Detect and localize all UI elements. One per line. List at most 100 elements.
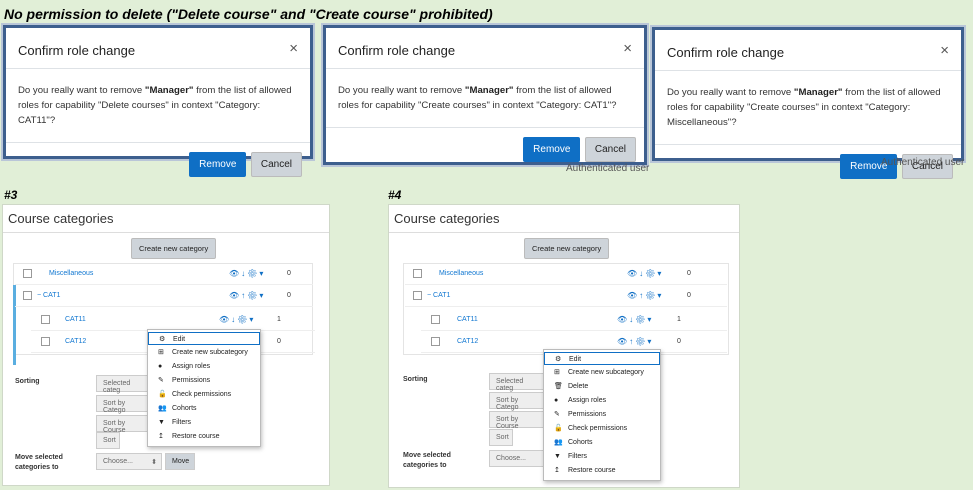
row-action-icons[interactable]: 👁↓⚙▾ [229, 269, 265, 278]
course-count: 1 [677, 316, 681, 323]
menu-item-check-permissions[interactable]: 🔓 Check permissions [544, 422, 660, 435]
category-row[interactable]: − CAT1 👁↑⚙▾ 0 [405, 285, 727, 307]
dialog-header: Confirm role change × [655, 30, 961, 71]
dialog-title: Confirm role change [667, 45, 785, 60]
menu-item-edit[interactable]: ⚙ Edit [148, 332, 260, 345]
row-checkbox[interactable] [413, 269, 422, 278]
cancel-button[interactable]: Cancel [250, 152, 302, 177]
restore-icon: ↥ [158, 433, 164, 440]
category-actions-menu: ⚙ Edit ⊞ Create new subcategory ● Assign ro… [147, 329, 261, 447]
menu-item-permissions[interactable]: ✎ Permissions [148, 374, 260, 387]
dialog-title: Confirm role change [338, 43, 456, 58]
menu-item-create-subcategory[interactable]: ⊞ Create new subcategory [544, 366, 660, 379]
row-action-icons[interactable]: 👁↓⚙▾ [617, 315, 653, 324]
menu-item-restore-course[interactable]: ↥ Restore course [148, 430, 260, 443]
move-label: Move selected categories to [15, 454, 63, 471]
row-action-icons[interactable]: 👁↑⚙▾ [617, 337, 653, 346]
row-checkbox[interactable] [431, 337, 440, 346]
menu-item-edit[interactable]: ⚙ Edit [544, 352, 660, 365]
menu-item-cohorts[interactable]: 👥 Cohorts [544, 436, 660, 449]
page-heading: No permission to delete ("Delete course"… [4, 6, 493, 22]
category-name[interactable]: CAT12 [65, 338, 86, 345]
move-target-select[interactable]: Choose... [489, 450, 547, 467]
panel-title: Course categories [3, 205, 329, 233]
menu-item-assign-roles[interactable]: ● Assign roles [148, 360, 260, 373]
menu-item-create-subcategory[interactable]: ⊞ Create new subcategory [148, 346, 260, 359]
filter-icon: ▼ [554, 453, 561, 460]
menu-item-permissions[interactable]: ✎ Permissions [544, 408, 660, 421]
users-icon: 👥 [158, 405, 167, 412]
users-icon: 👥 [554, 439, 563, 446]
category-name[interactable]: Miscellaneous [439, 270, 483, 277]
dialog-message: Do you really want to remove "Manager" f… [326, 69, 644, 128]
confirm-dialog-1: Confirm role change × Do you really want… [3, 25, 313, 177]
move-target-select[interactable]: Choose... ⬍ [96, 453, 162, 470]
confirm-dialog-2: Confirm role change × Do you really want… [323, 25, 647, 165]
close-icon[interactable]: × [289, 40, 298, 57]
menu-item-cohorts[interactable]: 👥 Cohorts [148, 402, 260, 415]
close-icon[interactable]: × [623, 40, 632, 57]
move-button[interactable]: Move [165, 453, 195, 470]
dialog-message: Do you really want to remove "Manager" f… [6, 69, 310, 143]
authenticated-user-text: Authenticated user [881, 157, 965, 168]
close-icon[interactable]: × [940, 42, 949, 59]
menu-item-delete[interactable]: 🗑 Delete [544, 380, 660, 393]
category-row[interactable]: − CAT1 👁↑⚙▾ 0 [15, 285, 313, 307]
move-label: Move selected categories to [403, 452, 451, 469]
menu-item-restore-course[interactable]: ↥ Restore course [544, 464, 660, 477]
category-row[interactable]: CAT11 👁↓⚙▾ 1 [421, 309, 727, 331]
category-row[interactable]: Miscellaneous 👁↓⚙▾ 0 [15, 263, 313, 285]
gear-icon: ⚙ [159, 336, 166, 343]
remove-button[interactable]: Remove [523, 137, 581, 162]
cancel-button[interactable]: Cancel [584, 137, 636, 162]
category-name[interactable]: − CAT1 [37, 292, 60, 299]
dialog-footer: Remove Cancel [6, 143, 310, 186]
category-name[interactable]: Miscellaneous [49, 270, 93, 277]
confirm-dialog-3: Confirm role change × Do you really want… [652, 27, 964, 179]
menu-item-filters[interactable]: ▼ Filters [148, 416, 260, 429]
row-checkbox[interactable] [23, 269, 32, 278]
sort-select[interactable]: Sort by Course [489, 411, 547, 430]
plus-square-icon: ⊞ [554, 369, 560, 376]
row-checkbox[interactable] [413, 291, 422, 300]
row-checkbox[interactable] [431, 315, 440, 324]
menu-item-assign-roles[interactable]: ● Assign roles [544, 394, 660, 407]
course-count: 0 [687, 270, 691, 277]
row-checkbox[interactable] [23, 291, 32, 300]
course-count: 0 [277, 338, 281, 345]
restore-icon: ↥ [554, 467, 560, 474]
course-count: 0 [287, 292, 291, 299]
dialog-message: Do you really want to remove "Manager" f… [655, 71, 961, 145]
edit-icon: ✎ [554, 411, 560, 418]
category-name[interactable]: CAT12 [457, 338, 478, 345]
sort-select[interactable]: Selected categ [489, 373, 547, 392]
course-categories-panel-3: Course categories Create new category Mi… [2, 204, 330, 486]
sorting-label: Sorting [403, 376, 428, 383]
category-row[interactable]: CAT11 👁↓⚙▾ 1 [31, 309, 315, 331]
user-icon: ● [158, 363, 163, 370]
course-categories-panel-4: Course categories Create new category Mi… [388, 204, 740, 488]
sort-button[interactable]: Sort [489, 429, 513, 446]
dialog-header: Confirm role change × [326, 28, 644, 69]
create-new-category-button[interactable]: Create new category [524, 238, 610, 259]
row-action-icons[interactable]: 👁↓⚙▾ [627, 269, 663, 278]
category-name[interactable]: CAT11 [65, 316, 86, 323]
category-actions-menu: ⚙ Edit ⊞ Create new subcategory 🗑 Delete ● A… [543, 349, 661, 481]
row-action-icons[interactable]: 👁↓⚙▾ [219, 315, 255, 324]
menu-item-filters[interactable]: ▼ Filters [544, 450, 660, 463]
category-name[interactable]: CAT11 [457, 316, 478, 323]
category-row[interactable]: Miscellaneous 👁↓⚙▾ 0 [405, 263, 727, 285]
remove-button[interactable]: Remove [189, 152, 247, 177]
section-label-3: #3 [4, 188, 18, 202]
menu-item-check-permissions[interactable]: 🔓 Check permissions [148, 388, 260, 401]
row-action-icons[interactable]: 👁↑⚙▾ [229, 291, 265, 300]
chevron-icon: ⬍ [151, 459, 157, 466]
sort-button[interactable]: Sort [96, 432, 120, 449]
create-new-category-button[interactable]: Create new category [131, 238, 217, 259]
row-checkbox[interactable] [41, 337, 50, 346]
row-action-icons[interactable]: 👁↑⚙▾ [627, 291, 663, 300]
panel-title: Course categories [389, 205, 739, 233]
category-name[interactable]: − CAT1 [427, 292, 450, 299]
row-checkbox[interactable] [41, 315, 50, 324]
sort-select[interactable]: Sort by Catego [489, 392, 547, 411]
